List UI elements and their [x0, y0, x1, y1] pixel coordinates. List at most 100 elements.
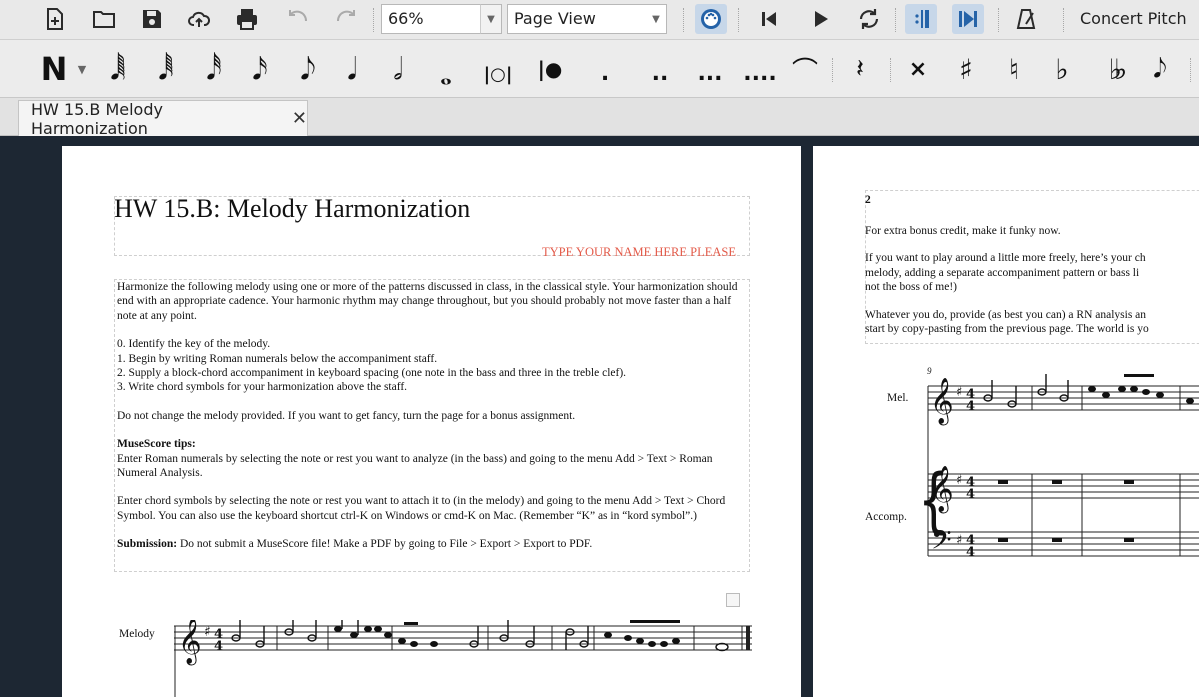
redo-icon[interactable] [330, 4, 362, 34]
double-dot-icon[interactable]: .. [640, 46, 680, 92]
svg-text:𝄢: 𝄢 [931, 524, 952, 562]
step-item: 0. Identify the key of the melody. [117, 338, 271, 351]
toolbar-separator [998, 8, 1000, 32]
play-repeats-icon[interactable] [905, 4, 937, 34]
zoom-combo[interactable]: 66% [381, 4, 481, 34]
toolbar-separator [683, 8, 685, 32]
sharp-icon[interactable]: ♯ [950, 46, 982, 92]
svg-text:4: 4 [966, 545, 975, 560]
toolbar-separator [1063, 8, 1065, 32]
natural-icon[interactable]: ♮ [998, 46, 1030, 92]
step-item: 1. Begin by writing Roman numerals below… [117, 352, 438, 365]
duration-whole-icon[interactable]: 𝅝 [428, 46, 464, 92]
duration-64th-icon[interactable]: 𝅘𝅥𝅲 [100, 46, 136, 92]
file-toolbar: 66% ▼ Page View ▼ Concert Pitch [0, 0, 1199, 40]
dont-change-paragraph: Do not change the melody provided. If yo… [117, 409, 576, 422]
zoom-dropdown-arrow[interactable]: ▼ [480, 4, 502, 34]
duration-quarter-alt-icon[interactable]: 𝅘𝅥𝅮 [290, 46, 326, 92]
svg-text:♯: ♯ [204, 624, 211, 640]
page-number: 2 [865, 194, 871, 206]
bonus-system-staves[interactable]: { 𝄞 𝄞 𝄢 ♯♯♯ 44 44 44 [918, 374, 1199, 564]
svg-text:♯: ♯ [956, 533, 962, 548]
toolbar-separator [738, 8, 740, 32]
double-sharp-icon[interactable]: × [902, 46, 934, 92]
metronome-icon[interactable] [1010, 4, 1042, 34]
rest-icon[interactable]: 𝄽 [842, 46, 878, 92]
note-input-mode-icon[interactable]: N [34, 46, 74, 92]
tips-heading: MuseScore tips: [117, 438, 196, 451]
page-settings-icon[interactable] [726, 593, 740, 607]
rewind-icon[interactable] [753, 4, 785, 34]
bonus-instructions: For extra bonus credit, make it funky no… [865, 224, 1199, 349]
instructions-text-frame[interactable]: Harmonize the following melody using one… [114, 279, 750, 572]
note-input-mode-dropdown[interactable]: ▼ [74, 46, 90, 92]
staff-label-accomp[interactable]: Accomp. [865, 511, 907, 523]
submission-paragraph: Submission: Do not submit a MuseScore fi… [117, 537, 747, 551]
new-file-icon[interactable] [38, 4, 70, 34]
toolbar-separator [895, 8, 897, 32]
step-item: 3. Write chord symbols for your harmoniz… [117, 381, 408, 394]
play-icon[interactable] [805, 4, 837, 34]
intro-paragraph: Harmonize the following melody using one… [117, 281, 738, 322]
svg-text:♯: ♯ [956, 473, 962, 488]
flip-direction-icon[interactable]: 𝅘𝅥𝅮 [1140, 46, 1180, 92]
page-title[interactable]: HW 15.B: Melody Harmonization [114, 194, 470, 224]
duration-breve-icon[interactable]: |○| [478, 46, 518, 92]
score-tab[interactable]: HW 15.B Melody Harmonization ✕ [18, 100, 308, 138]
toolbar-separator [1190, 58, 1192, 82]
bonus-paragraph-line: Whatever you do, provide (as best you ca… [865, 308, 1147, 321]
duration-16th-icon[interactable]: 𝅘𝅥𝅰 [196, 46, 232, 92]
view-mode-combo[interactable]: Page View [507, 4, 667, 34]
submission-text: Do not submit a MuseScore file! Make a P… [177, 538, 593, 551]
duration-32nd-icon[interactable]: 𝅘𝅥𝅱 [148, 46, 184, 92]
duration-eighth-icon[interactable]: 𝅘𝅥𝅯 [242, 46, 278, 92]
quadruple-dot-icon[interactable]: .... [735, 46, 785, 92]
concert-pitch-button[interactable]: Concert Pitch [1080, 9, 1187, 28]
tie-icon[interactable]: ⌒ [785, 46, 825, 92]
bonus-paragraph-line: not the boss of me!) [865, 281, 957, 294]
loop-icon[interactable] [853, 4, 885, 34]
composer-name-field[interactable]: TYPE YOUR NAME HERE PLEASE [542, 245, 736, 260]
staff-label-melody[interactable]: Melody [119, 628, 155, 640]
svg-text:4: 4 [214, 639, 223, 654]
submission-label: Submission: [117, 538, 178, 551]
toolbar-separator [832, 58, 834, 82]
tip-chord-symbols: Enter chord symbols by selecting the not… [117, 495, 726, 522]
score-page-2[interactable]: 2 For extra bonus credit, make it funky … [813, 146, 1199, 697]
duration-longa-icon[interactable]: |● [530, 46, 570, 92]
bonus-paragraph: Whatever you do, provide (as best you ca… [865, 308, 1199, 337]
tips-block: MuseScore tips: Enter Roman numerals by s… [117, 437, 747, 480]
cloud-upload-icon[interactable] [183, 4, 215, 34]
view-mode-dropdown-arrow[interactable]: ▼ [645, 4, 667, 34]
svg-text:𝄞: 𝄞 [930, 378, 954, 426]
toolbar-separator [890, 58, 892, 82]
open-folder-icon[interactable] [88, 4, 120, 34]
midi-input-icon[interactable] [695, 4, 727, 34]
steps-list: 0. Identify the key of the melody. 1. Be… [117, 337, 747, 395]
pan-score-icon[interactable] [952, 4, 984, 34]
bonus-paragraph: If you want to play around a little more… [865, 251, 1199, 294]
bonus-paragraph-line: If you want to play around a little more… [865, 252, 1146, 265]
melody-staff[interactable]: 𝄞 ♯ 4 4 [174, 620, 754, 697]
svg-text:𝄞: 𝄞 [178, 620, 202, 666]
score-page-1[interactable]: HW 15.B: Melody Harmonization TYPE YOUR … [62, 146, 801, 697]
duration-quarter-icon[interactable]: 𝅘𝅥 [334, 46, 370, 92]
toolbar-separator [373, 8, 375, 32]
bonus-line: For extra bonus credit, make it funky no… [865, 225, 1061, 237]
bonus-paragraph-line: start by copy-pasting from the previous … [865, 323, 1149, 336]
augmentation-dot-icon[interactable]: . [590, 46, 620, 92]
undo-icon[interactable] [282, 4, 314, 34]
duration-half-icon[interactable]: 𝅗𝅥 [380, 46, 416, 92]
triple-dot-icon[interactable]: ... [688, 46, 732, 92]
print-icon[interactable] [231, 4, 263, 34]
step-item: 2. Supply a block-chord accompaniment in… [117, 367, 627, 380]
staff-label-mel[interactable]: Mel. [887, 392, 908, 404]
svg-text:4: 4 [966, 399, 975, 414]
flat-icon[interactable]: ♭ [1046, 46, 1078, 92]
svg-text:♯: ♯ [956, 385, 962, 400]
bonus-paragraph-line: melody, adding a separate accompaniment … [865, 266, 1140, 279]
double-flat-icon[interactable]: ♭♭ [1094, 46, 1134, 92]
save-icon[interactable] [136, 4, 168, 34]
svg-text:𝄞: 𝄞 [930, 466, 954, 514]
close-tab-icon[interactable]: ✕ [292, 108, 307, 129]
